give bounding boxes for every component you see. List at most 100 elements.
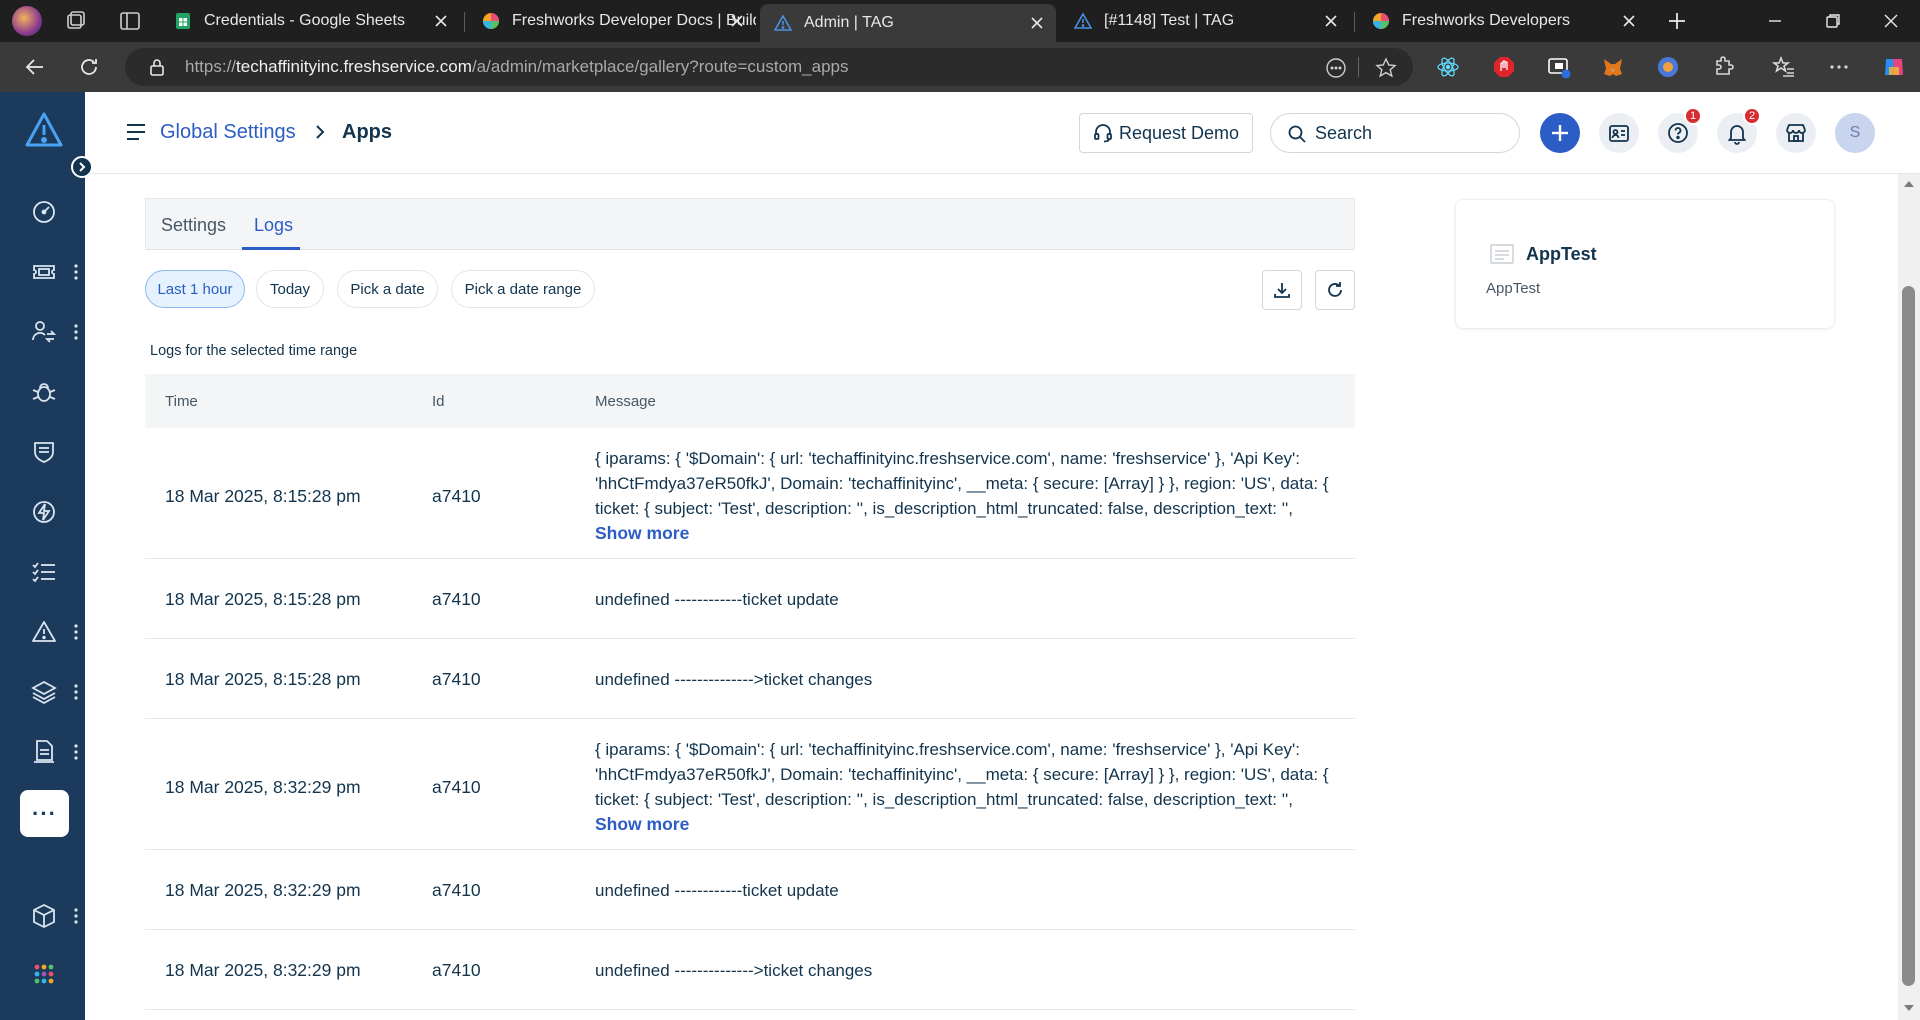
kebab-icon[interactable]	[73, 906, 79, 926]
help-badge: 1	[1684, 107, 1702, 125]
tab-freshworks-developers[interactable]: Freshworks Developers	[1358, 0, 1648, 42]
logs-table-header: Time Id Message	[145, 374, 1355, 428]
show-more-link[interactable]: Show more	[595, 521, 1335, 546]
changes-icon[interactable]	[30, 318, 58, 346]
tasks-checklist-icon[interactable]	[30, 558, 58, 586]
screen-capture-icon[interactable]	[1547, 55, 1571, 79]
kebab-icon[interactable]	[73, 262, 79, 282]
filter-pick-date-range[interactable]: Pick a date range	[451, 270, 595, 308]
close-icon[interactable]	[1322, 12, 1340, 30]
close-icon[interactable]	[728, 12, 746, 30]
marketplace-button[interactable]	[1776, 113, 1816, 153]
freshservice-logo-icon[interactable]	[24, 110, 64, 150]
request-demo-label: Request Demo	[1118, 122, 1240, 143]
log-id: a7410	[432, 669, 481, 689]
table-row: 18 Mar 2025, 8:32:29 pm a7410 undefined …	[145, 930, 1355, 1010]
react-devtools-icon[interactable]	[1436, 55, 1460, 79]
scroll-down-icon[interactable]	[1903, 1002, 1915, 1014]
assets-shield-icon[interactable]	[30, 438, 58, 466]
more-nav-button[interactable]: ···	[20, 790, 69, 837]
bell-icon	[1727, 125, 1747, 145]
log-id: a7410	[432, 880, 481, 900]
scroll-up-icon[interactable]	[1903, 178, 1915, 190]
workspaces-icon[interactable]	[64, 9, 88, 33]
page-title: Apps	[342, 121, 392, 143]
table-row: 18 Mar 2025, 8:15:28 pm a7410 { iparams:…	[145, 428, 1355, 559]
lock-icon[interactable]	[147, 57, 167, 77]
minimize-icon[interactable]	[1762, 8, 1788, 34]
dashboard-icon[interactable]	[30, 198, 58, 226]
menu-icon[interactable]	[125, 122, 147, 142]
box-icon[interactable]	[30, 902, 58, 930]
search-input[interactable]: Search	[1270, 113, 1520, 153]
releases-bolt-icon[interactable]	[30, 498, 58, 526]
column-id: Id	[432, 393, 445, 410]
tab-settings[interactable]: Settings	[161, 215, 226, 236]
url-input[interactable]: https://techaffinityinc.freshservice.com…	[125, 48, 1413, 86]
kebab-icon[interactable]	[73, 622, 79, 642]
download-button[interactable]	[1262, 270, 1302, 310]
vpn-globe-icon[interactable]	[1656, 55, 1680, 79]
copilot-icon[interactable]	[1880, 53, 1908, 81]
tab-logs[interactable]: Logs	[254, 215, 293, 236]
page-scrollbar[interactable]	[1898, 174, 1920, 1020]
restore-icon[interactable]	[1820, 8, 1846, 34]
new-tab-icon[interactable]	[1664, 8, 1690, 34]
id-card-icon	[1609, 125, 1629, 142]
breadcrumb-global-settings[interactable]: Global Settings	[160, 121, 296, 144]
filter-today[interactable]: Today	[256, 270, 324, 308]
log-id: a7410	[432, 589, 481, 609]
close-icon[interactable]	[1620, 12, 1638, 30]
warning-triangle-icon	[774, 14, 792, 32]
favorites-list-icon[interactable]	[1772, 55, 1796, 79]
help-button[interactable]: 1	[1658, 107, 1702, 153]
tab-title: Freshworks Developers	[1402, 12, 1571, 29]
plus-icon	[1552, 125, 1568, 141]
log-message: undefined -------------->ticket changes	[595, 670, 873, 689]
reports-icon[interactable]	[30, 738, 58, 766]
extensions-puzzle-icon[interactable]	[1712, 55, 1736, 79]
tab-freshworks-docs[interactable]: Freshworks Developer Docs | Build	[468, 0, 756, 42]
favorite-star-icon[interactable]	[1375, 57, 1397, 79]
metamask-fox-icon[interactable]	[1601, 55, 1625, 79]
browser-menu-icon[interactable]	[1827, 55, 1851, 79]
kebab-icon[interactable]	[73, 682, 79, 702]
apps-grid-icon[interactable]	[30, 960, 58, 988]
problems-bug-icon[interactable]	[30, 378, 58, 406]
create-new-button[interactable]	[1540, 113, 1580, 153]
store-icon	[1786, 124, 1806, 142]
kebab-icon[interactable]	[73, 322, 79, 342]
adblock-icon[interactable]	[1492, 55, 1516, 79]
more-options-circle-icon[interactable]	[1325, 57, 1347, 79]
reload-icon[interactable]	[76, 54, 102, 80]
alerts-triangle-icon[interactable]	[30, 618, 58, 646]
close-icon[interactable]	[1028, 14, 1046, 32]
vertical-tabs-icon[interactable]	[118, 9, 142, 33]
tab-admin-tag[interactable]: Admin | TAG	[760, 4, 1056, 42]
avatar[interactable]: S	[1835, 113, 1875, 153]
kebab-icon[interactable]	[73, 742, 79, 762]
expand-nav-button[interactable]	[71, 156, 93, 178]
filter-last-hour[interactable]: Last 1 hour	[145, 270, 245, 308]
sheets-icon	[174, 12, 192, 30]
tab-title: Admin | TAG	[804, 14, 894, 31]
window-close-icon[interactable]	[1878, 8, 1904, 34]
show-more-link[interactable]: Show more	[595, 812, 1335, 837]
contacts-card-button[interactable]	[1599, 113, 1639, 153]
tickets-icon[interactable]	[30, 258, 58, 286]
back-arrow-icon[interactable]	[22, 54, 48, 80]
tab-ticket-1148[interactable]: [#1148] Test | TAG	[1060, 0, 1350, 42]
scrollbar-thumb[interactable]	[1902, 286, 1915, 986]
left-navigation: ···	[0, 92, 85, 1020]
tab-google-sheets[interactable]: Credentials - Google Sheets	[160, 0, 460, 42]
app-header: Global Settings Apps Request Demo Search…	[85, 92, 1920, 174]
request-demo-button[interactable]: Request Demo	[1079, 113, 1253, 153]
browser-profile-avatar[interactable]	[12, 6, 42, 36]
refresh-button[interactable]	[1315, 270, 1355, 310]
log-time: 18 Mar 2025, 8:15:28 pm	[165, 589, 361, 609]
layers-icon[interactable]	[30, 678, 58, 706]
filter-pick-date[interactable]: Pick a date	[337, 270, 438, 308]
notifications-button[interactable]: 2	[1717, 107, 1761, 153]
url-path: /a/admin/marketplace/gallery?route=custo…	[471, 57, 849, 76]
close-icon[interactable]	[432, 12, 450, 30]
